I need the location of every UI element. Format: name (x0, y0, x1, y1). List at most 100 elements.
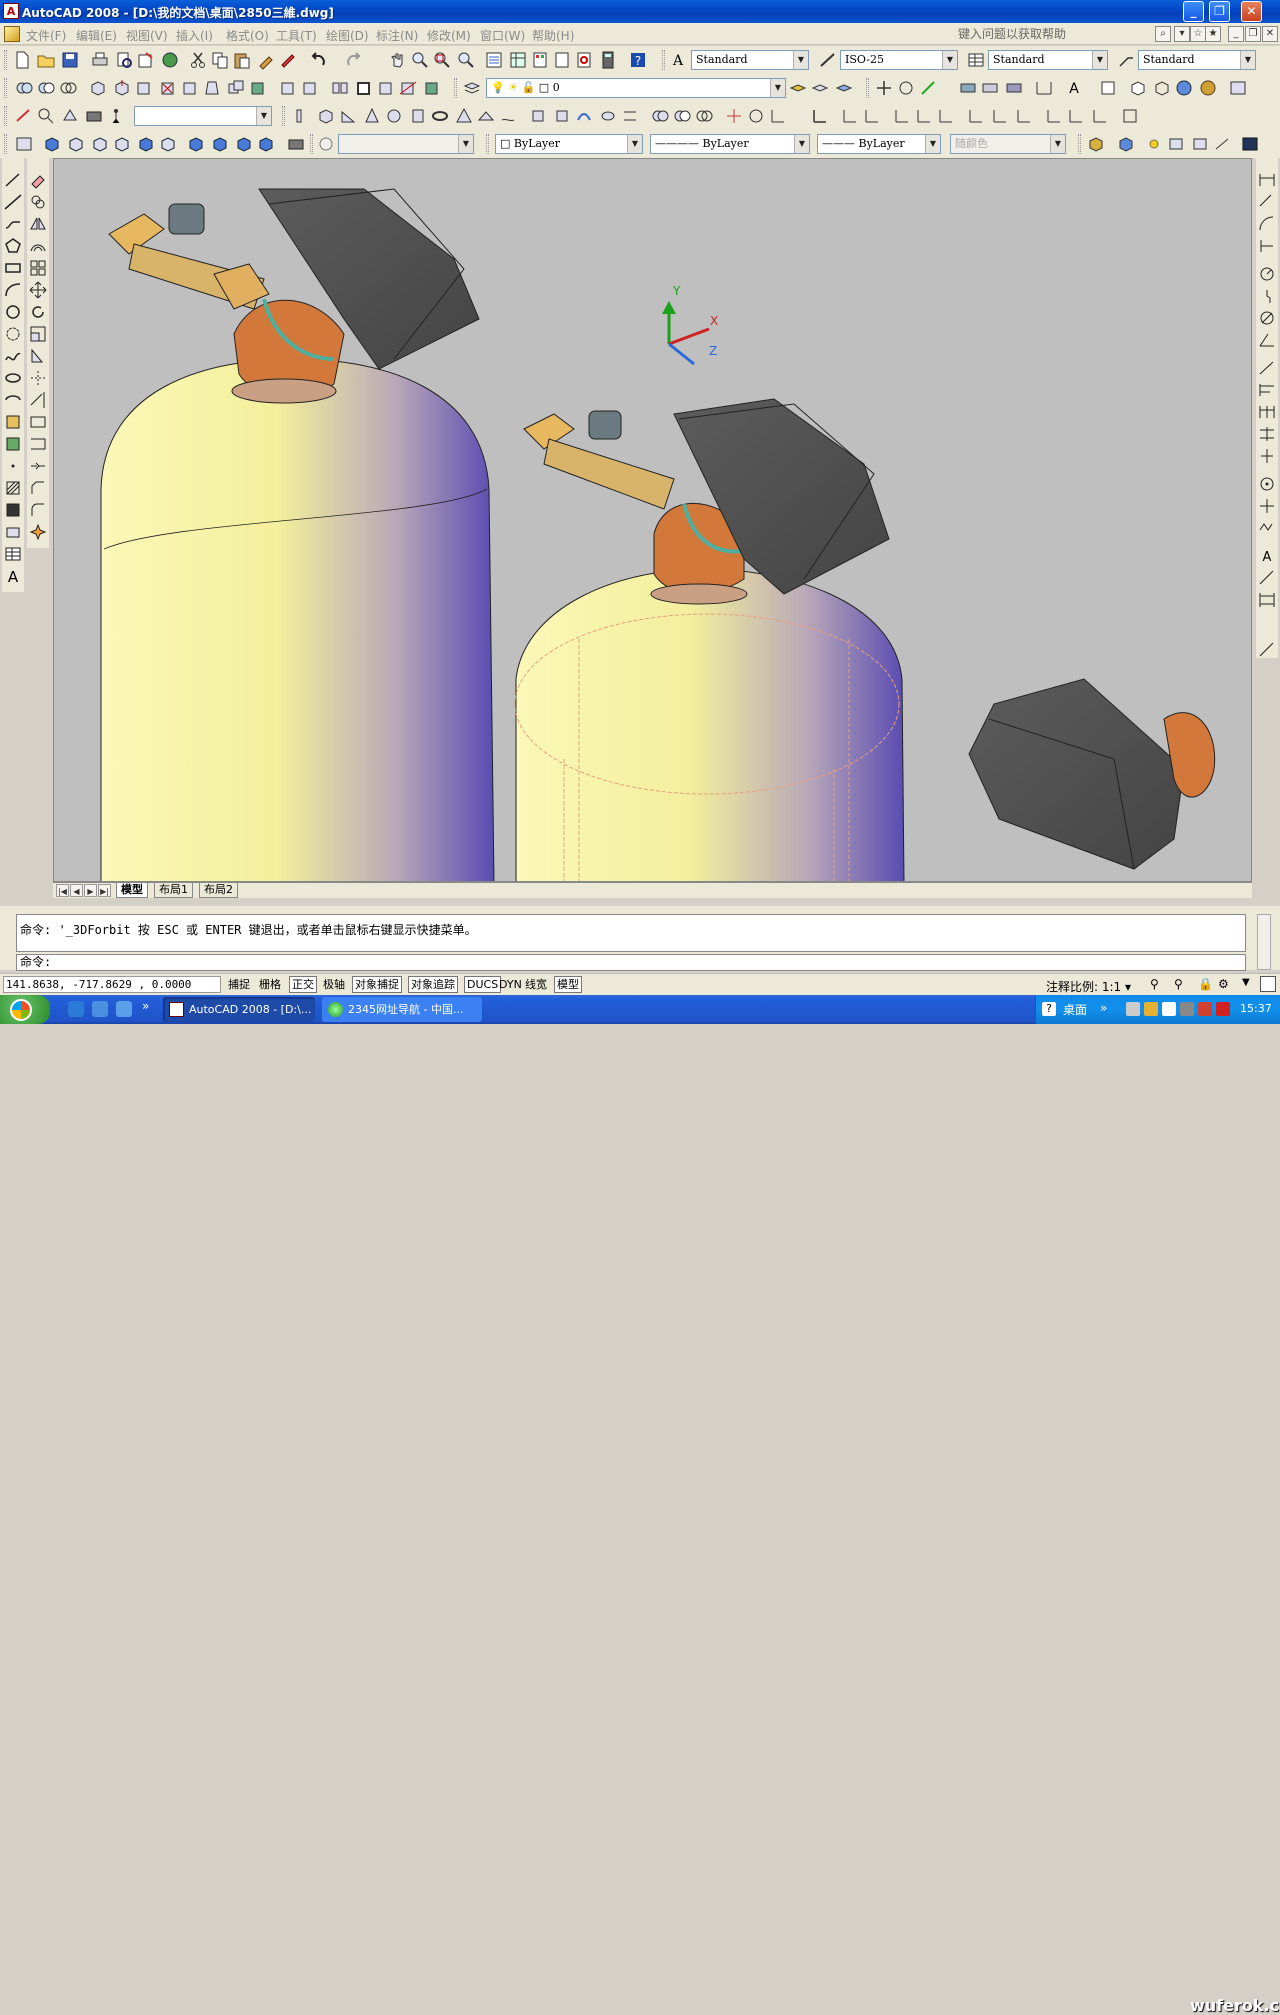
tank-large[interactable] (100, 358, 495, 882)
dim-ordinate-icon[interactable] (1257, 236, 1277, 256)
paste-icon[interactable] (232, 50, 252, 70)
extrude-icon[interactable] (528, 106, 548, 126)
ucs-icon[interactable] (768, 106, 788, 126)
bottom-view-icon[interactable] (66, 134, 86, 154)
front-view-icon[interactable] (136, 134, 156, 154)
dim-style-icon[interactable] (818, 50, 838, 70)
control-head-standalone[interactable] (968, 678, 1216, 870)
3d-publish-icon[interactable] (160, 50, 180, 70)
dim-arc-icon[interactable] (1257, 214, 1277, 234)
dim-angular-icon[interactable] (1257, 330, 1277, 350)
redo-icon[interactable] (344, 50, 364, 70)
wedge-icon[interactable] (338, 106, 358, 126)
toolbar-grip[interactable] (454, 78, 457, 98)
toolbar-grip[interactable] (4, 50, 7, 70)
show-desktop-icon[interactable] (116, 1001, 132, 1017)
menu-help[interactable]: 帮助(H) (532, 27, 574, 44)
toolbar-grip[interactable] (866, 78, 869, 98)
dim-diameter-icon[interactable] (1257, 308, 1277, 328)
hatch-icon[interactable] (3, 478, 23, 498)
favorites-icon[interactable]: ★ (1205, 26, 1221, 42)
copy-object-icon[interactable] (28, 192, 48, 212)
array-icon[interactable] (28, 258, 48, 278)
copy-icon[interactable] (210, 50, 230, 70)
sw-iso-icon[interactable] (186, 134, 206, 154)
viewport-back-icon[interactable] (316, 134, 336, 154)
named-views-icon[interactable] (14, 134, 34, 154)
start-button[interactable] (0, 995, 50, 1024)
arc-icon[interactable] (3, 280, 23, 300)
toggle-grid[interactable]: 栅格 (256, 976, 284, 993)
break-at-point-icon[interactable] (28, 412, 48, 432)
3d-pan-icon[interactable] (60, 106, 80, 126)
tool-palettes-icon[interactable] (530, 50, 550, 70)
visual-style-2-icon[interactable] (1004, 78, 1024, 98)
walk-icon[interactable] (106, 106, 126, 126)
pan-realtime-icon[interactable] (388, 50, 408, 70)
menu-file[interactable]: 文件(F) (26, 27, 66, 44)
toggle-ortho[interactable]: 正交 (289, 976, 317, 993)
toolbar-grip[interactable] (662, 50, 665, 70)
named-view-select[interactable]: ▼ (134, 106, 272, 126)
mleader-style-select[interactable]: Standard ▼ (1138, 50, 1256, 70)
zoom-window-icon[interactable] (432, 50, 452, 70)
ucs-z-icon[interactable] (1014, 106, 1034, 126)
toolbar-grip[interactable] (4, 134, 7, 154)
table-icon[interactable] (3, 544, 23, 564)
tray-app-icon[interactable] (1144, 1002, 1158, 1016)
render-icon[interactable] (1086, 134, 1106, 154)
zoom-previous-icon[interactable] (456, 50, 476, 70)
toolbar-grip[interactable] (4, 78, 7, 98)
scale-icon[interactable] (28, 324, 48, 344)
clock[interactable]: 15:37 (1240, 1002, 1272, 1015)
quickcalc-icon[interactable] (598, 50, 618, 70)
render-region-icon[interactable] (1116, 134, 1136, 154)
ucs-save-icon[interactable] (1090, 106, 1110, 126)
dim-edit-icon[interactable]: A (1257, 546, 1277, 566)
revolve-icon[interactable] (598, 106, 618, 126)
annotation-scale[interactable]: 注释比例: 1:1 ▾ (1046, 978, 1131, 995)
helix-icon[interactable] (498, 106, 518, 126)
toolbar-grip[interactable] (310, 134, 313, 154)
help-search-input[interactable]: 键入问题以获取帮助 (956, 25, 1146, 43)
layer-states-icon[interactable] (834, 78, 854, 98)
text-icon[interactable]: A (1064, 78, 1084, 98)
torus-icon[interactable] (430, 106, 450, 126)
intersect-icon[interactable] (58, 78, 78, 98)
3d-move-2-icon[interactable] (724, 106, 744, 126)
ucs-y-icon[interactable] (990, 106, 1010, 126)
dim-space-icon[interactable] (1257, 424, 1277, 444)
open-file-icon[interactable] (36, 50, 56, 70)
chevron-down-icon[interactable]: ▾ (1125, 980, 1131, 994)
polyline-icon[interactable] (3, 214, 23, 234)
network-icon[interactable] (1126, 1002, 1140, 1016)
chamfer-icon[interactable] (28, 478, 48, 498)
render-box-icon[interactable] (1098, 78, 1118, 98)
dim-radius-icon[interactable] (1257, 264, 1277, 284)
clean-screen-icon[interactable] (1260, 976, 1276, 992)
dim-break-icon[interactable] (1257, 446, 1277, 466)
color-faces-icon[interactable] (248, 78, 268, 98)
antivirus-icon[interactable] (1216, 1002, 1230, 1016)
shell-icon[interactable] (354, 78, 374, 98)
text-style-select[interactable]: Standard ▼ (691, 50, 809, 70)
delete-faces-icon[interactable] (158, 78, 178, 98)
comm-center-icon[interactable]: ☆ (1190, 26, 1206, 42)
fillet-icon[interactable] (28, 500, 48, 520)
toggle-osnap[interactable]: 对象捕捉 (352, 976, 402, 993)
save-icon[interactable] (60, 50, 80, 70)
separate-icon[interactable] (330, 78, 350, 98)
lightbulb-icon[interactable]: 💡 (491, 81, 505, 94)
nw-iso-icon[interactable] (256, 134, 276, 154)
title-bar[interactable]: A AutoCAD 2008 - [D:\我的文档\桌面\2850三維.dwg]… (0, 0, 1280, 23)
extend-icon[interactable] (28, 390, 48, 410)
shield-icon[interactable] (1162, 1002, 1176, 1016)
line-icon[interactable] (3, 170, 23, 190)
new-file-icon[interactable] (12, 50, 32, 70)
multiline-text-icon[interactable]: A (3, 566, 23, 586)
design-center-icon[interactable] (508, 50, 528, 70)
render-globe-icon[interactable] (1174, 78, 1194, 98)
annotation-visibility-icon[interactable]: ⚲ (1150, 977, 1159, 991)
plot-preview-icon[interactable] (114, 50, 134, 70)
sheet-set-icon[interactable] (552, 50, 572, 70)
